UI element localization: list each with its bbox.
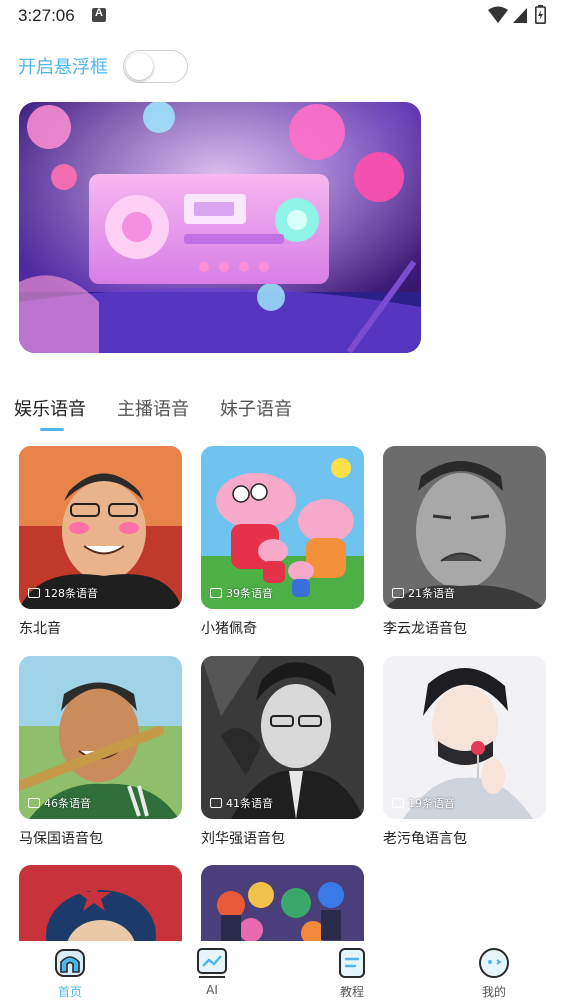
cellular-icon bbox=[513, 8, 527, 23]
voice-count-text: 19条语音 bbox=[408, 797, 455, 810]
voice-count-text: 39条语音 bbox=[226, 587, 273, 600]
tab-entertainment[interactable]: 娱乐语音 bbox=[14, 395, 86, 421]
folder-icon bbox=[210, 798, 222, 808]
voice-count: 21条语音 bbox=[392, 585, 455, 601]
voice-count: 46条语音 bbox=[28, 795, 91, 811]
voice-count: 128条语音 bbox=[28, 585, 98, 601]
voice-count-text: 46条语音 bbox=[44, 797, 91, 810]
nav-tutorial[interactable]: 教程 bbox=[312, 947, 392, 1000]
nav-ai[interactable]: AI bbox=[172, 947, 252, 997]
category-tabs: 娱乐语音 主播语音 妹子语音 bbox=[0, 392, 565, 432]
folder-icon bbox=[210, 588, 222, 598]
voice-count-text: 41条语音 bbox=[226, 797, 273, 810]
folder-icon bbox=[392, 588, 404, 598]
nav-mine[interactable]: 我的 bbox=[454, 947, 534, 1000]
float-window-row: 开启悬浮框 bbox=[18, 48, 188, 84]
voice-pack-title: 李云龙语音包 bbox=[383, 621, 467, 637]
tab-girl[interactable]: 妹子语音 bbox=[220, 395, 292, 421]
voice-count: 19条语音 bbox=[392, 795, 455, 811]
chart-icon bbox=[197, 948, 227, 978]
float-window-label: 开启悬浮框 bbox=[18, 57, 108, 78]
home-icon bbox=[55, 949, 85, 977]
nav-ai-label: AI bbox=[206, 983, 218, 997]
battery-charging-icon bbox=[535, 5, 546, 24]
nav-home-label: 首页 bbox=[57, 985, 82, 999]
voice-pack-title: 小猪佩奇 bbox=[201, 621, 257, 637]
folder-icon bbox=[28, 588, 40, 598]
voice-count: 41条语音 bbox=[210, 795, 273, 811]
active-tab-indicator bbox=[40, 428, 64, 431]
folder-icon bbox=[28, 798, 40, 808]
voice-count: 39条语音 bbox=[210, 585, 273, 601]
folder-icon bbox=[392, 798, 404, 808]
voice-pack-title: 刘华强语音包 bbox=[201, 831, 285, 847]
status-time: 3:27:06 bbox=[18, 6, 75, 25]
nav-tutorial-label: 教程 bbox=[339, 985, 364, 999]
tab-anchor[interactable]: 主播语音 bbox=[117, 395, 189, 421]
voice-pack-title: 马保国语音包 bbox=[19, 831, 103, 847]
voice-count-text: 21条语音 bbox=[408, 587, 455, 600]
voice-count-text: 128条语音 bbox=[44, 587, 98, 600]
float-window-toggle[interactable] bbox=[123, 50, 188, 83]
retro-radio-illustration bbox=[19, 102, 421, 353]
wifi-icon bbox=[488, 6, 508, 23]
toggle-knob bbox=[126, 53, 153, 80]
nav-home[interactable]: 首页 bbox=[30, 947, 110, 1000]
voice-pack-title: 老污龟语言包 bbox=[383, 831, 467, 847]
nav-mine-label: 我的 bbox=[481, 985, 506, 999]
status-bar: 3:27:06 bbox=[0, 0, 565, 32]
banner-image[interactable] bbox=[19, 102, 421, 353]
voice-pack-title: 东北音 bbox=[19, 621, 61, 637]
smiley-icon bbox=[479, 948, 509, 978]
document-icon bbox=[339, 948, 365, 978]
bottom-navigation: 首页 AI 教程 我的 bbox=[0, 941, 565, 1004]
notification-a-icon bbox=[92, 7, 106, 22]
